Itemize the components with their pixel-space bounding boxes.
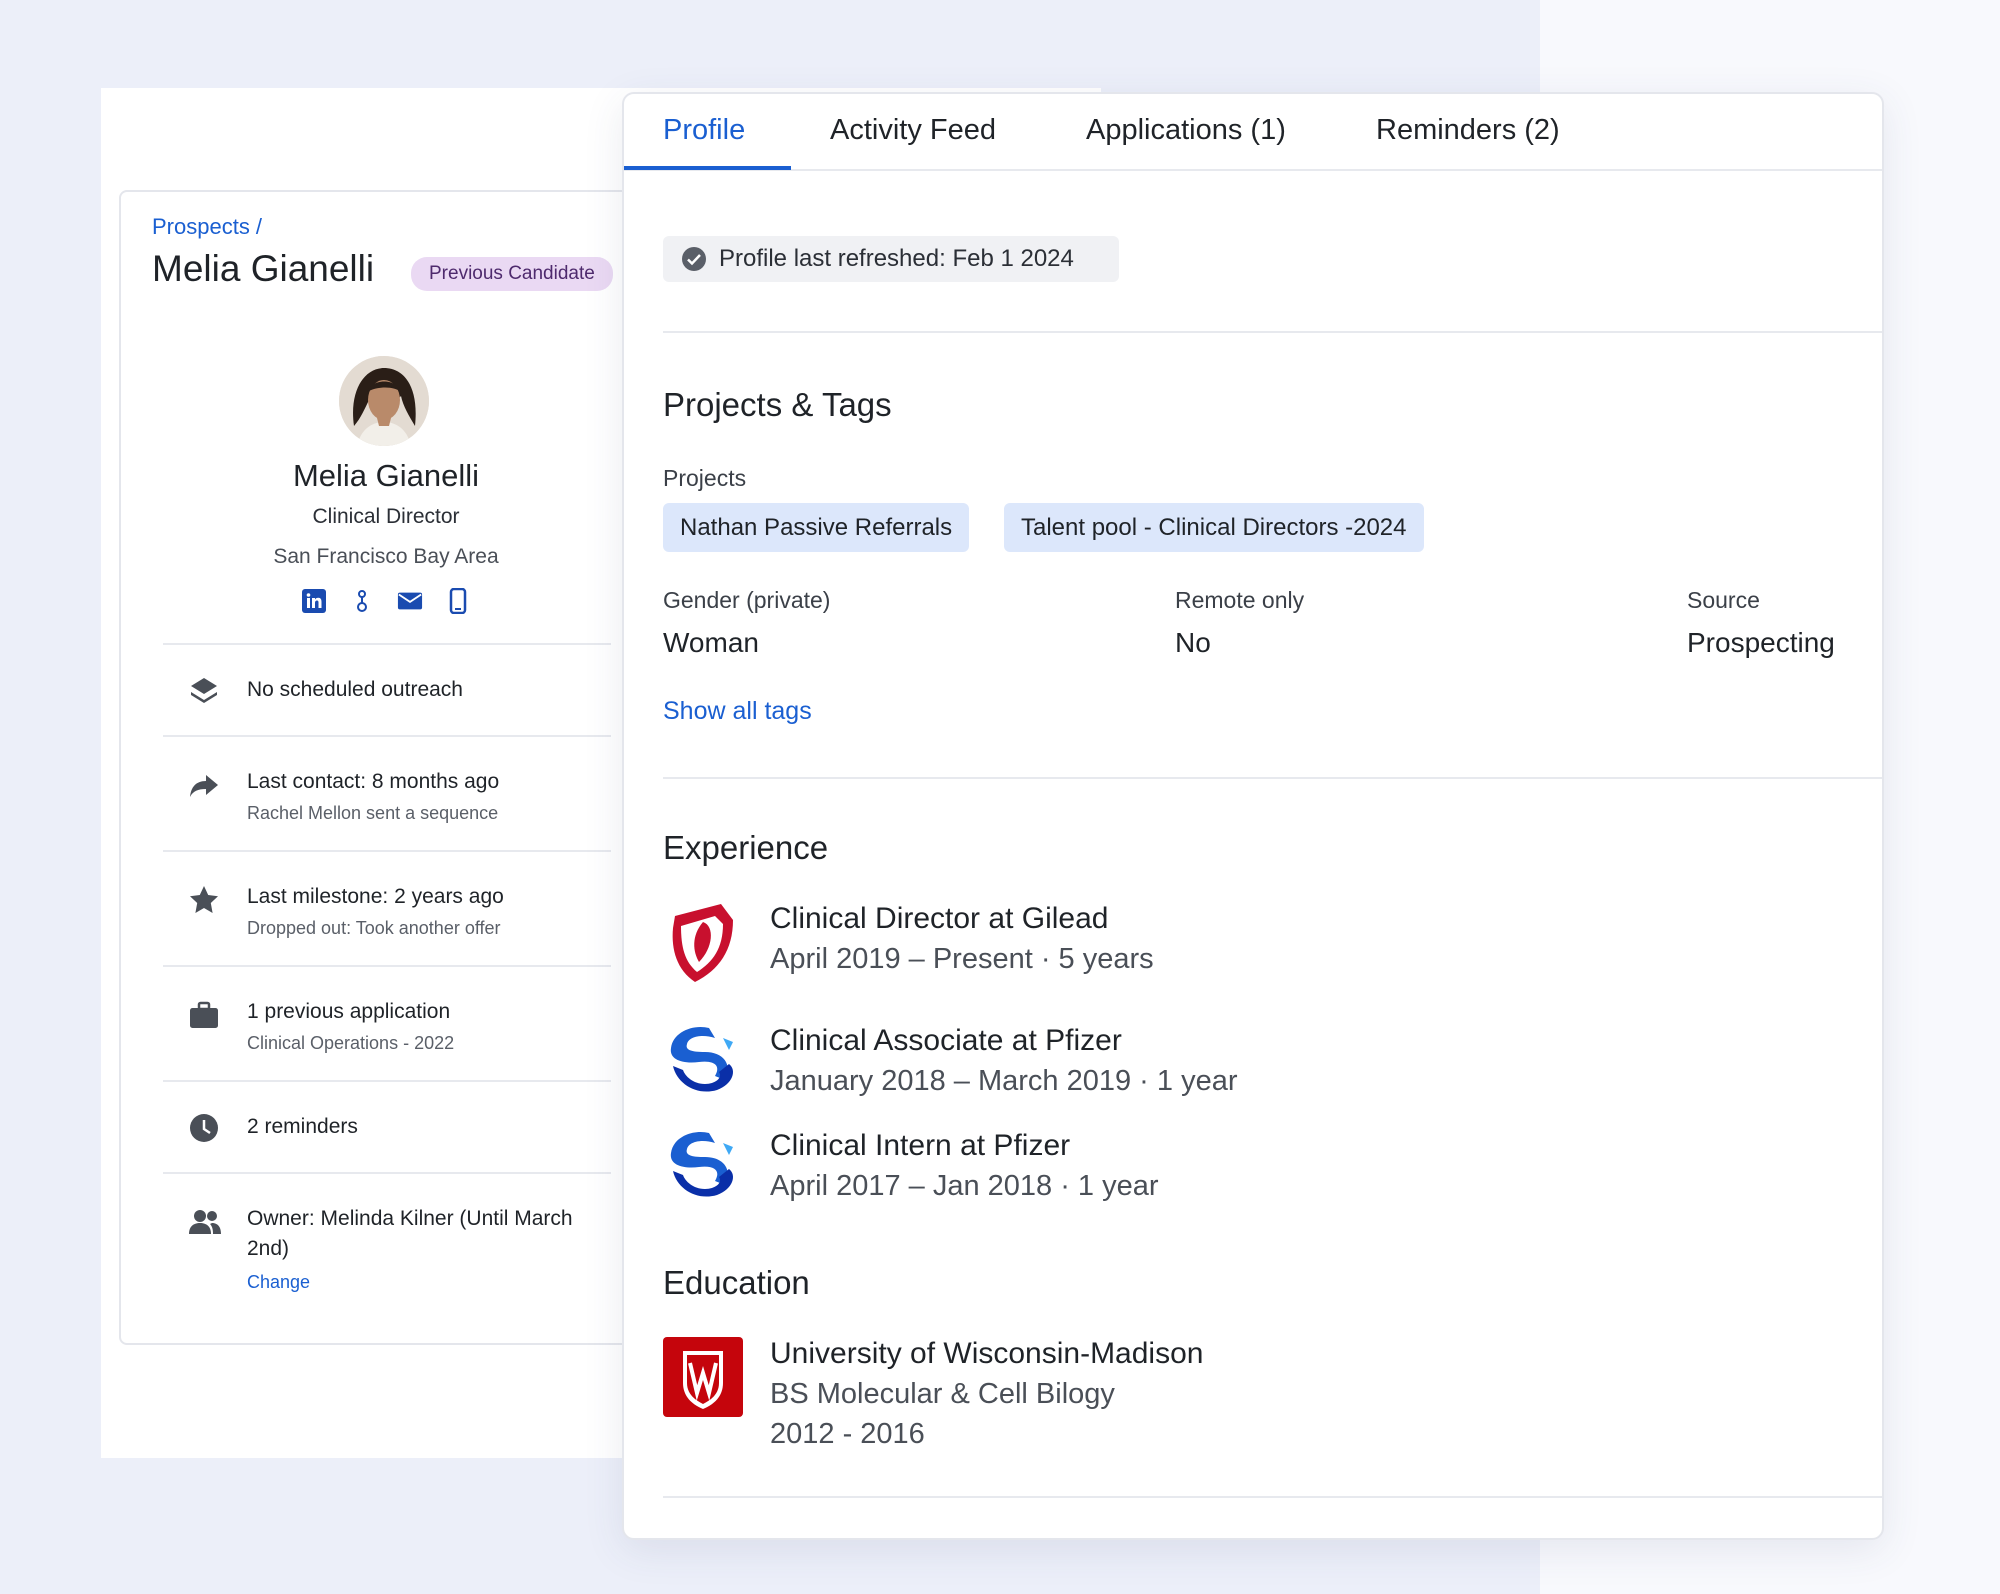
refresh-status-chip: Profile last refreshed: Feb 1 2024	[663, 236, 1119, 282]
source-value: Prospecting	[1687, 627, 1835, 658]
refresh-label: Profile last refreshed: Feb 1 2024	[719, 245, 1074, 272]
share-arrow-icon	[188, 769, 220, 801]
education-heading: Education	[663, 1264, 810, 1301]
tab-activity-feed[interactable]: Activity Feed	[830, 114, 996, 147]
project-chip[interactable]: Nathan Passive Referrals	[663, 503, 970, 552]
previous-applications-detail: Clinical Operations - 2022	[247, 1033, 455, 1053]
gender-value: Woman	[663, 627, 759, 658]
source-label: Source	[1687, 587, 1760, 613]
avatar	[339, 356, 429, 446]
previous-applications: 1 previous application	[247, 1000, 451, 1023]
linkedin-icon[interactable]	[301, 588, 327, 614]
projects-tags-heading: Projects & Tags	[663, 386, 892, 423]
projects-label: Projects	[663, 465, 747, 491]
last-contact-detail: Rachel Mellon sent a sequence	[247, 803, 499, 823]
star-icon	[188, 884, 220, 916]
reminders-count: 2 reminders	[247, 1115, 358, 1138]
layers-icon	[188, 675, 220, 707]
education-years: 2012 - 2016	[770, 1418, 925, 1450]
prospect-title: Clinical Director	[312, 505, 460, 528]
outreach-status: No scheduled outreach	[247, 678, 463, 701]
tab-profile[interactable]: Profile	[663, 114, 745, 147]
owner: Owner: Melinda Kilner (Until March 2nd)	[247, 1207, 573, 1260]
experience-dates: January 2018 – March 2019 · 1 year	[770, 1065, 1238, 1097]
experience-title: Clinical Intern at Pfizer	[770, 1129, 1071, 1162]
tab-bar: Profile Activity Feed Applications (1) R…	[624, 94, 1882, 171]
active-tab-indicator	[624, 166, 791, 170]
experience-dates: April 2017 – Jan 2018 · 1 year	[770, 1170, 1159, 1202]
tab-applications[interactable]: Applications (1)	[1086, 114, 1286, 147]
prospect-info-list: No scheduled outreach Last contact: 8 mo…	[163, 643, 611, 1327]
list-item-outreach: No scheduled outreach	[163, 643, 611, 735]
last-contact: Last contact: 8 months ago	[247, 770, 500, 793]
people-icon	[188, 1206, 221, 1238]
show-all-tags-link[interactable]: Show all tags	[663, 697, 812, 726]
divider	[663, 1496, 1882, 1498]
project-chip[interactable]: Talent pool - Clinical Directors -2024	[1004, 503, 1424, 552]
check-circle-icon	[682, 247, 706, 271]
change-owner-link[interactable]: Change	[247, 1272, 611, 1293]
experience-heading: Experience	[663, 829, 829, 866]
phone-icon[interactable]	[445, 588, 471, 614]
experience-dates: April 2019 – Present · 5 years	[770, 943, 1154, 975]
prospect-summary-card: Prospects / Melia Gianelli Previous Cand…	[119, 190, 649, 1345]
experience-title: Clinical Associate at Pfizer	[770, 1024, 1122, 1057]
divider	[663, 777, 1882, 779]
remote-label: Remote only	[1175, 587, 1305, 613]
list-item-owner: Owner: Melinda Kilner (Until March 2nd) …	[163, 1172, 611, 1327]
clock-icon	[188, 1112, 220, 1144]
breadcrumb-prospects[interactable]: Prospects /	[152, 214, 262, 240]
tab-reminders[interactable]: Reminders (2)	[1376, 114, 1560, 147]
uw-madison-logo	[663, 1337, 743, 1417]
profile-panel: Profile Activity Feed Applications (1) R…	[622, 92, 1884, 1540]
status-badge: Previous Candidate	[411, 257, 613, 291]
github-icon[interactable]	[349, 588, 375, 614]
prospect-name: Melia Gianelli	[292, 458, 480, 493]
briefcase-icon	[188, 999, 220, 1031]
degree: BS Molecular & Cell Bilogy	[770, 1378, 1115, 1410]
prospect-location: San Francisco Bay Area	[273, 545, 499, 568]
list-item-applications: 1 previous application Clinical Operatio…	[163, 965, 611, 1080]
experience-title: Clinical Director at Gilead	[770, 902, 1109, 935]
school-name: University of Wisconsin-Madison	[770, 1337, 1204, 1370]
email-icon[interactable]	[397, 588, 423, 614]
remote-value: No	[1175, 627, 1211, 658]
gender-label: Gender (private)	[663, 587, 831, 613]
list-item-reminders: 2 reminders	[163, 1080, 611, 1172]
list-item-last-contact: Last contact: 8 months ago Rachel Mellon…	[163, 735, 611, 850]
divider	[663, 331, 1882, 333]
last-milestone-detail: Dropped out: Took another offer	[247, 918, 501, 938]
pfizer-logo	[663, 1024, 741, 1104]
pfizer-logo	[663, 1129, 741, 1209]
gilead-logo	[663, 902, 741, 982]
page-title: Melia Gianelli	[152, 248, 375, 289]
last-milestone: Last milestone: 2 years ago	[247, 885, 504, 908]
list-item-last-milestone: Last milestone: 2 years ago Dropped out:…	[163, 850, 611, 965]
social-links	[121, 588, 651, 614]
